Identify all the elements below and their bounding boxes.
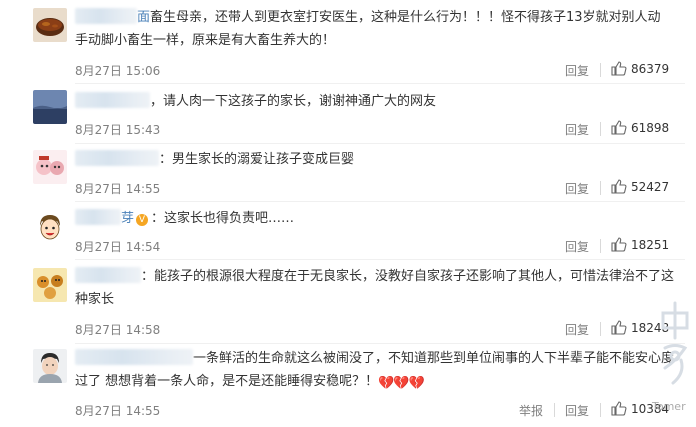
verified-badge-icon: V (136, 214, 149, 226)
comment-item: ：能孩子的根源很大程度在于无良家长，没教好自家孩子还影响了其他人，可惜法律治不了… (0, 260, 696, 344)
username-blurred[interactable] (75, 209, 121, 225)
avatar[interactable] (33, 8, 67, 42)
comment-time: 8月27日 14:58 (75, 323, 161, 337)
comment-time: 8月27日 14:55 (75, 404, 161, 418)
comment-text: ：能孩子的根源很大程度在于无良家长，没教好自家孩子还影响了其他人，可惜法律治不了… (75, 265, 675, 311)
comment-text-line: ：男生家长的溺爱让孩子变成巨婴 (159, 152, 355, 167)
watermark-logo (655, 298, 695, 408)
comment-text: ：男生家长的溺爱让孩子变成巨婴 (75, 148, 675, 171)
divider (600, 239, 601, 253)
reply-button[interactable]: 回复 (565, 238, 589, 255)
comment-text: 芽 V ：这家长也得负责吧…… (75, 207, 675, 230)
comment-text: 一条鲜活的生命就这么被闹没了，不知道那些到单位闹事的人下半辈子能不能安心度 过了… (75, 347, 675, 395)
username-blurred[interactable] (75, 349, 193, 365)
reply-button[interactable]: 回复 (565, 321, 589, 338)
comment-text: 面畜生母亲，还带人到更衣室打安医生，这种是什么行为！！！怪不得孩子13岁就对别人… (75, 6, 675, 52)
comment-time: 8月27日 14:55 (75, 182, 161, 196)
comment-text-line: 过了 想想背着一条人命，是不是还能睡得安稳呢？！ (75, 374, 379, 389)
thumbs-up-icon (611, 61, 627, 76)
watermark-text: Tomer (652, 400, 686, 413)
comment-item: 面畜生母亲，还带人到更衣室打安医生，这种是什么行为！！！怪不得孩子13岁就对别人… (0, 0, 696, 84)
comment-text-line: 种家长 (75, 292, 115, 307)
comment-text-line: 一条鲜活的生命就这么被闹没了，不知道那些到单位闹事的人下半辈子能不能安心度 (193, 351, 675, 366)
divider (600, 403, 601, 417)
report-button[interactable]: 举报 (519, 402, 543, 419)
divider (600, 122, 601, 136)
avatar[interactable] (33, 210, 67, 244)
comment-text-line: ，请人肉一下这孩子的家长，谢谢神通广大的网友 (150, 94, 437, 109)
username[interactable]: 芽 (121, 211, 134, 226)
comment-time: 8月27日 15:43 (75, 123, 161, 137)
comment-text: ，请人肉一下这孩子的家长，谢谢神通广大的网友 (75, 90, 675, 113)
avatar[interactable] (33, 90, 67, 124)
like-count: 18251 (631, 238, 670, 252)
comment-item: ：男生家长的溺爱让孩子变成巨婴 8月27日 14:55 回复 52427 (0, 144, 696, 202)
thumbs-up-icon (611, 179, 627, 194)
comment-item: 芽 V ：这家长也得负责吧…… 8月27日 14:54 回复 18251 (0, 202, 696, 260)
comment-text-line: ：能孩子的根源很大程度在于无良家长，没教好自家孩子还影响了其他人，可惜法律治不了… (141, 269, 675, 284)
reply-button[interactable]: 回复 (565, 121, 589, 138)
reply-button[interactable]: 回复 (565, 62, 589, 79)
broken-heart-icon: 💔💔💔 (378, 376, 425, 391)
comment-item: ，请人肉一下这孩子的家长，谢谢神通广大的网友 8月27日 15:43 回复 61… (0, 84, 696, 144)
username-blurred[interactable] (75, 150, 159, 166)
comment-time: 8月27日 15:06 (75, 64, 161, 78)
comment-item: 一条鲜活的生命就这么被闹没了，不知道那些到单位闹事的人下半辈子能不能安心度 过了… (0, 344, 696, 427)
divider (600, 322, 601, 336)
comment-text-line: 畜生母亲，还带人到更衣室打安医生，这种是什么行为！！！怪不得孩子13岁就对别人动 (150, 10, 661, 25)
username-blurred[interactable] (75, 267, 141, 283)
thumbs-up-icon (611, 237, 627, 252)
divider (600, 63, 601, 77)
username[interactable]: 面 (137, 10, 150, 25)
username-blurred[interactable] (75, 8, 137, 24)
divider (600, 181, 601, 195)
reply-button[interactable]: 回复 (565, 180, 589, 197)
reply-button[interactable]: 回复 (565, 402, 589, 419)
comment-text-line: ：这家长也得负责吧…… (151, 211, 295, 226)
comment-time: 8月27日 14:54 (75, 240, 161, 254)
avatar[interactable] (33, 150, 67, 184)
avatar[interactable] (33, 268, 67, 302)
username-blurred[interactable] (75, 92, 150, 108)
thumbs-up-icon (611, 120, 627, 135)
comment-text-line: 手动脚小畜生一样，原来是有大畜生养大的！ (75, 33, 336, 48)
thumbs-up-icon (611, 401, 627, 416)
like-count: 61898 (631, 121, 670, 135)
avatar[interactable] (33, 349, 67, 383)
like-count: 86379 (631, 62, 670, 76)
like-count: 52427 (631, 180, 670, 194)
divider (554, 403, 555, 417)
thumbs-up-icon (611, 320, 627, 335)
